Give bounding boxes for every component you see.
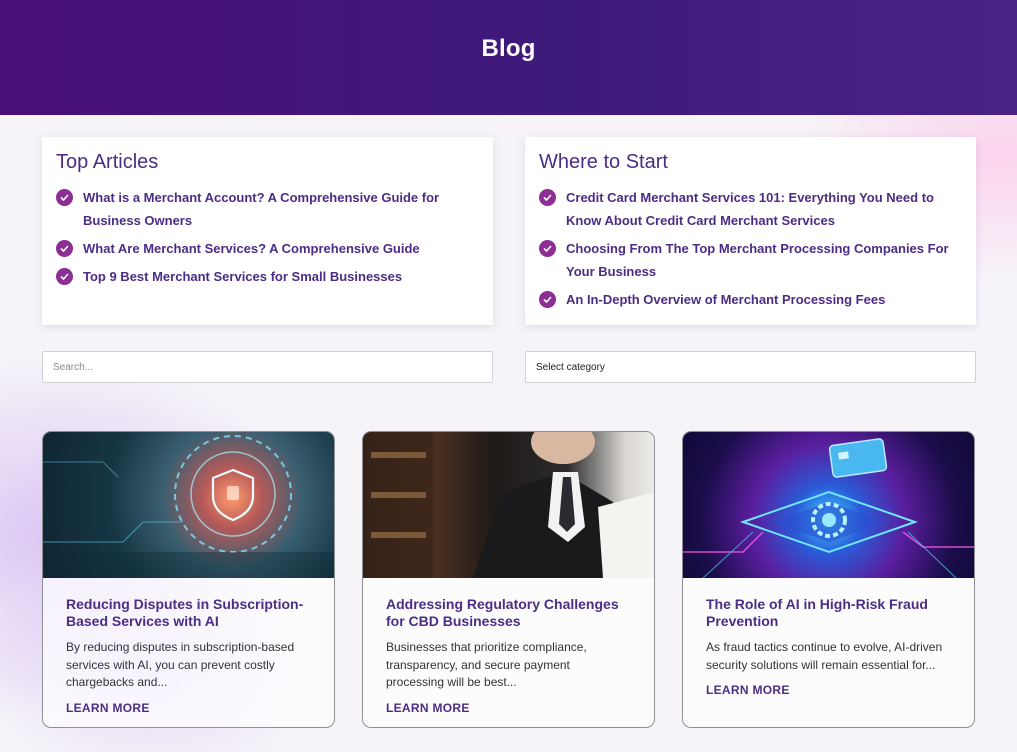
list-item: What Are Merchant Services? A Comprehens…	[56, 237, 479, 260]
category-select[interactable]: Select category	[525, 351, 976, 383]
post-card[interactable]: Addressing Regulatory Challenges for CBD…	[362, 431, 655, 728]
top-articles-title: Top Articles	[56, 151, 159, 173]
article-link[interactable]: Top 9 Best Merchant Services for Small B…	[83, 265, 402, 288]
post-card[interactable]: The Role of AI in High-Risk Fraud Preven…	[682, 431, 975, 728]
post-excerpt: By reducing disputes in subscription-bas…	[66, 640, 295, 689]
check-circle-icon	[539, 291, 556, 308]
top-articles-list: What is a Merchant Account? A Comprehens…	[56, 186, 479, 288]
top-articles-panel: Top Articles What is a Merchant Account?…	[42, 137, 493, 325]
post-title[interactable]: The Role of AI in High-Risk Fraud Preven…	[706, 596, 951, 630]
learn-more-link[interactable]: LEARN MORE	[386, 701, 470, 715]
where-to-start-list: Credit Card Merchant Services 101: Every…	[539, 186, 962, 311]
article-link[interactable]: Credit Card Merchant Services 101: Every…	[566, 186, 962, 232]
check-circle-icon	[56, 240, 73, 257]
post-image-fraud-prevention[interactable]	[683, 432, 974, 578]
post-card[interactable]: Reducing Disputes in Subscription-Based …	[42, 431, 335, 728]
article-link[interactable]: Choosing From The Top Merchant Processin…	[566, 237, 962, 283]
post-title[interactable]: Reducing Disputes in Subscription-Based …	[66, 596, 311, 630]
list-item: Top 9 Best Merchant Services for Small B…	[56, 265, 479, 288]
article-link[interactable]: What Are Merchant Services? A Comprehens…	[83, 237, 420, 260]
where-to-start-title: Where to Start	[539, 151, 668, 173]
list-item: What is a Merchant Account? A Comprehens…	[56, 186, 479, 232]
list-item: An In-Depth Overview of Merchant Process…	[539, 288, 962, 311]
where-to-start-panel: Where to Start Credit Card Merchant Serv…	[525, 137, 976, 325]
post-excerpt: Businesses that prioritize compliance, t…	[386, 640, 587, 689]
check-circle-icon	[539, 189, 556, 206]
post-title[interactable]: Addressing Regulatory Challenges for CBD…	[386, 596, 631, 630]
search-input[interactable]: Search...	[42, 351, 493, 383]
article-link[interactable]: An In-Depth Overview of Merchant Process…	[566, 288, 885, 311]
learn-more-link[interactable]: LEARN MORE	[66, 701, 150, 715]
list-item: Choosing From The Top Merchant Processin…	[539, 237, 962, 283]
post-image-business-person[interactable]	[363, 432, 654, 578]
learn-more-link[interactable]: LEARN MORE	[706, 683, 790, 697]
post-image-ai-security[interactable]	[43, 432, 334, 578]
blog-header: Blog	[0, 0, 1017, 115]
post-excerpt: As fraud tactics continue to evolve, AI-…	[706, 640, 943, 672]
check-circle-icon	[56, 189, 73, 206]
check-circle-icon	[539, 240, 556, 257]
check-circle-icon	[56, 268, 73, 285]
page-title: Blog	[481, 35, 536, 62]
list-item: Credit Card Merchant Services 101: Every…	[539, 186, 962, 232]
article-link[interactable]: What is a Merchant Account? A Comprehens…	[83, 186, 479, 232]
